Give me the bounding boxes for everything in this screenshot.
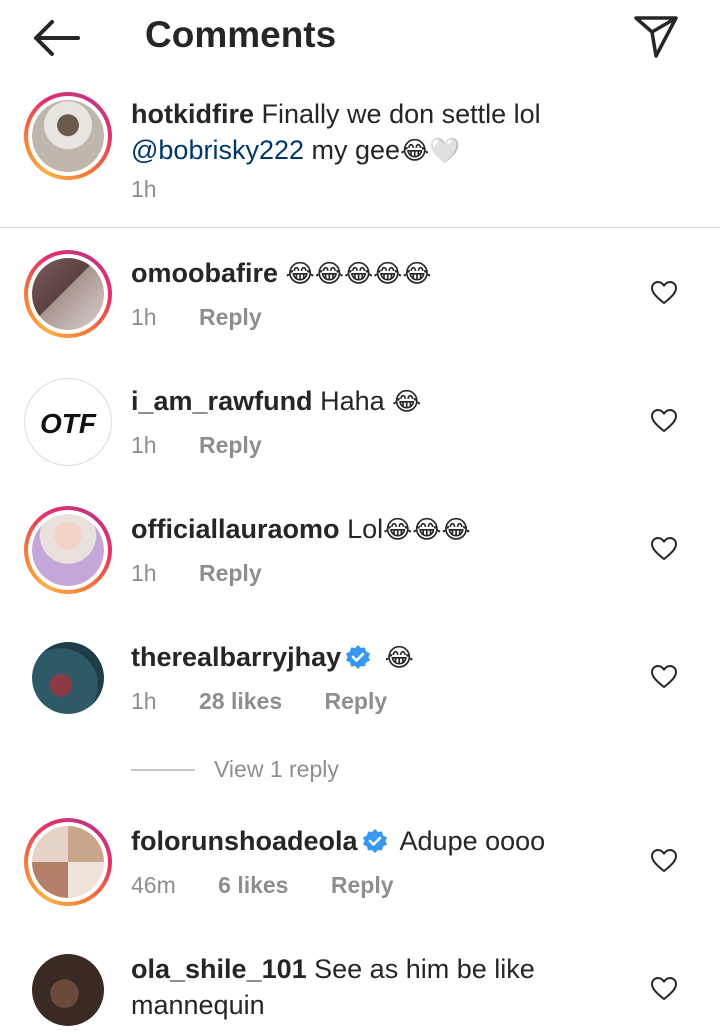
heart-icon[interactable]	[651, 281, 677, 305]
timestamp: 1h	[131, 432, 157, 458]
timestamp: 1h	[131, 176, 157, 202]
caption-text: hotkidfire Finally we don settle lol @bo…	[131, 99, 541, 165]
likes-count[interactable]: 6 likes	[218, 872, 288, 898]
comment-text: therealbarryjhay 😂	[131, 642, 414, 672]
comment-meta: 46m 6 likes Reply	[131, 872, 430, 899]
timestamp: 1h	[131, 688, 157, 714]
comment-username[interactable]: folorunshoadeola	[131, 826, 358, 856]
view-replies[interactable]: View 1 reply	[131, 756, 431, 786]
commenter-avatar[interactable]	[24, 634, 112, 722]
heart-icon[interactable]	[651, 849, 677, 873]
comment-username[interactable]: i_am_rawfund	[131, 386, 313, 416]
comment-username[interactable]: omoobafire	[131, 258, 278, 288]
svg-text:OTF: OTF	[40, 408, 97, 439]
caption-username[interactable]: hotkidfire	[131, 99, 254, 129]
heart-icon[interactable]	[651, 537, 677, 561]
reply-button[interactable]: Reply	[199, 432, 262, 458]
commenter-avatar[interactable]	[24, 946, 112, 1034]
comment-meta: 1h Reply	[131, 432, 298, 459]
page-title: Comments	[145, 14, 337, 55]
comment-meta: 1h Reply	[131, 304, 298, 331]
divider	[131, 769, 195, 771]
reply-button[interactable]: Reply	[199, 304, 262, 330]
divider	[0, 227, 720, 228]
timestamp: 46m	[131, 872, 176, 898]
otf-logo-icon: OTF	[40, 408, 97, 439]
timestamp: 1h	[131, 304, 157, 330]
comment-text: ola_shile_101 See as him be like mannequ…	[131, 954, 535, 1020]
likes-count[interactable]: 28 likes	[199, 688, 282, 714]
post-caption: hotkidfire Finally we don settle lol @bo…	[0, 88, 720, 228]
mention-link[interactable]: @bobrisky222	[131, 135, 304, 165]
commenter-avatar[interactable]: OTF	[24, 378, 112, 466]
comment-username[interactable]: ola_shile_101	[131, 954, 307, 984]
comment-meta: 1h 28 likes Reply	[131, 688, 423, 715]
top-bar: Comments	[0, 0, 720, 72]
commenter-avatar[interactable]	[24, 818, 112, 906]
reply-button[interactable]: Reply	[199, 560, 262, 586]
arrow-left-icon[interactable]	[30, 16, 82, 60]
reply-button[interactable]: Reply	[325, 688, 388, 714]
paper-plane-icon[interactable]	[632, 12, 680, 60]
verified-badge-icon	[362, 829, 387, 853]
comment-text: folorunshoadeola Adupe oooo	[131, 826, 546, 856]
comment-text: omoobafire 😂😂😂😂😂	[131, 258, 432, 288]
heart-icon[interactable]	[651, 409, 677, 433]
commenter-avatar[interactable]	[24, 250, 112, 338]
caption-avatar[interactable]	[24, 92, 112, 180]
caption-meta: 1h	[131, 176, 193, 203]
comment-username[interactable]: officiallauraomo	[131, 514, 340, 544]
verified-badge-icon	[346, 645, 371, 669]
comment-meta: 1h Reply	[131, 560, 298, 587]
timestamp: 1h	[131, 560, 157, 586]
commenter-avatar[interactable]	[24, 506, 112, 594]
view-replies-link[interactable]: View 1 reply	[214, 756, 339, 783]
comment-text: i_am_rawfund Haha 😂	[131, 386, 422, 416]
comment-username[interactable]: therealbarryjhay	[131, 642, 341, 672]
heart-icon[interactable]	[651, 977, 677, 1001]
heart-icon[interactable]	[651, 665, 677, 689]
reply-button[interactable]: Reply	[331, 872, 394, 898]
comment-text: officiallauraomo Lol😂😂😂	[131, 514, 471, 544]
